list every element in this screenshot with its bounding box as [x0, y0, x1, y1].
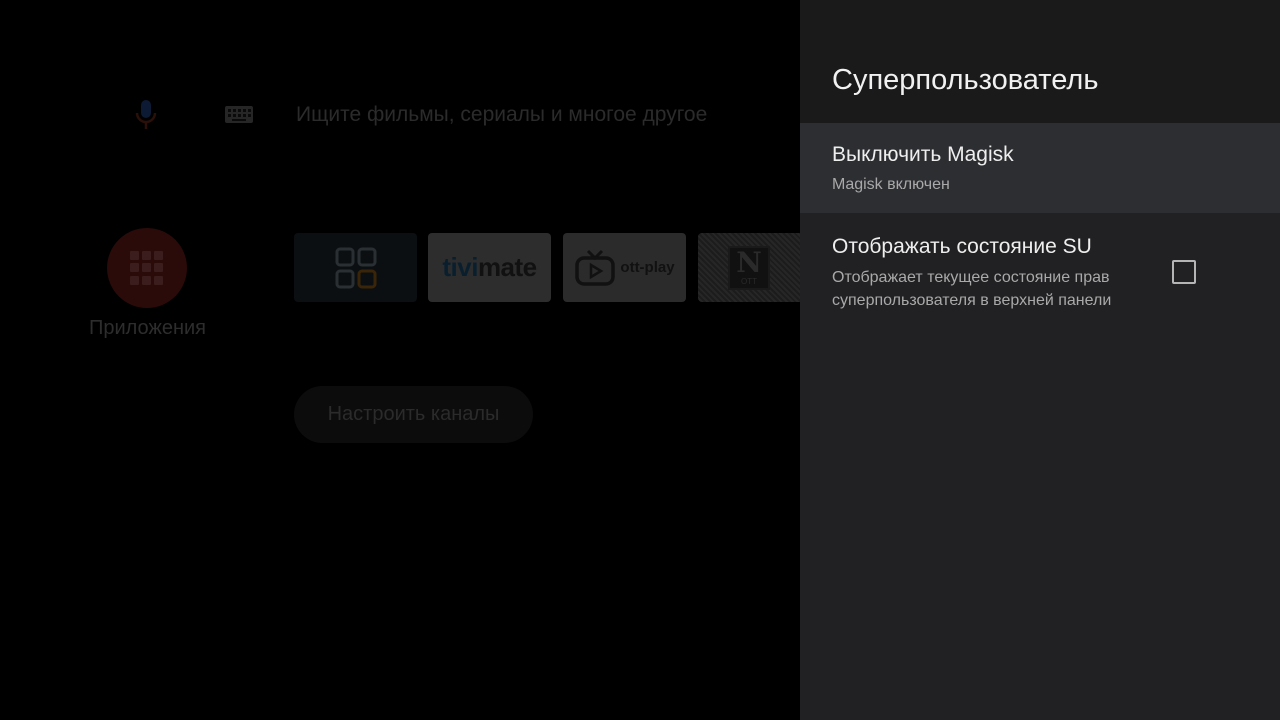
app-grid-logo-icon	[335, 247, 376, 288]
ntv-ott-logo: N OTT	[728, 245, 770, 290]
screen: Ищите фильмы, сериалы и многое другое Пр…	[0, 0, 1280, 720]
su-status-checkbox[interactable]	[1172, 260, 1196, 284]
launcher-background: Ищите фильмы, сериалы и многое другое Пр…	[0, 0, 800, 720]
apps-label: Приложения	[88, 317, 206, 339]
tivimate-logo: tivimate	[442, 252, 537, 282]
voice-search-button[interactable]	[130, 98, 162, 132]
app-tile-ott-play[interactable]: ott-play	[563, 233, 686, 302]
app-tile-apps-grid[interactable]	[294, 233, 417, 302]
keyboard-icon	[225, 106, 253, 123]
disable-magisk-item[interactable]: Выключить Magisk Magisk включен	[800, 123, 1280, 213]
search-placeholder[interactable]: Ищите фильмы, сериалы и многое другое	[296, 103, 707, 127]
apps-grid-icon	[130, 251, 164, 285]
settings-panel: Суперпользователь Выключить Magisk Magis…	[800, 0, 1280, 720]
panel-header: Суперпользователь	[800, 0, 1280, 123]
keyboard-search-button[interactable]	[224, 104, 254, 126]
pref-title: Отображать состояние SU	[832, 235, 1092, 258]
customize-channels-button[interactable]: Настроить каналы	[294, 386, 533, 443]
ott-play-logo: ott-play	[574, 248, 675, 288]
pref-title: Выключить Magisk	[832, 143, 1014, 166]
tv-play-icon	[575, 249, 616, 286]
show-su-status-item[interactable]: Отображать состояние SU Отображает текущ…	[800, 213, 1280, 323]
microphone-icon	[135, 100, 157, 129]
pref-summary: Отображает текущее состояние прав суперп…	[832, 269, 1112, 309]
app-tile-ntv-ott[interactable]: N OTT	[698, 233, 800, 302]
panel-title: Суперпользователь	[832, 64, 1099, 96]
app-tile-tivimate[interactable]: tivimate	[428, 233, 551, 302]
pref-summary: Magisk включен	[832, 176, 950, 193]
apps-button[interactable]	[107, 228, 187, 308]
